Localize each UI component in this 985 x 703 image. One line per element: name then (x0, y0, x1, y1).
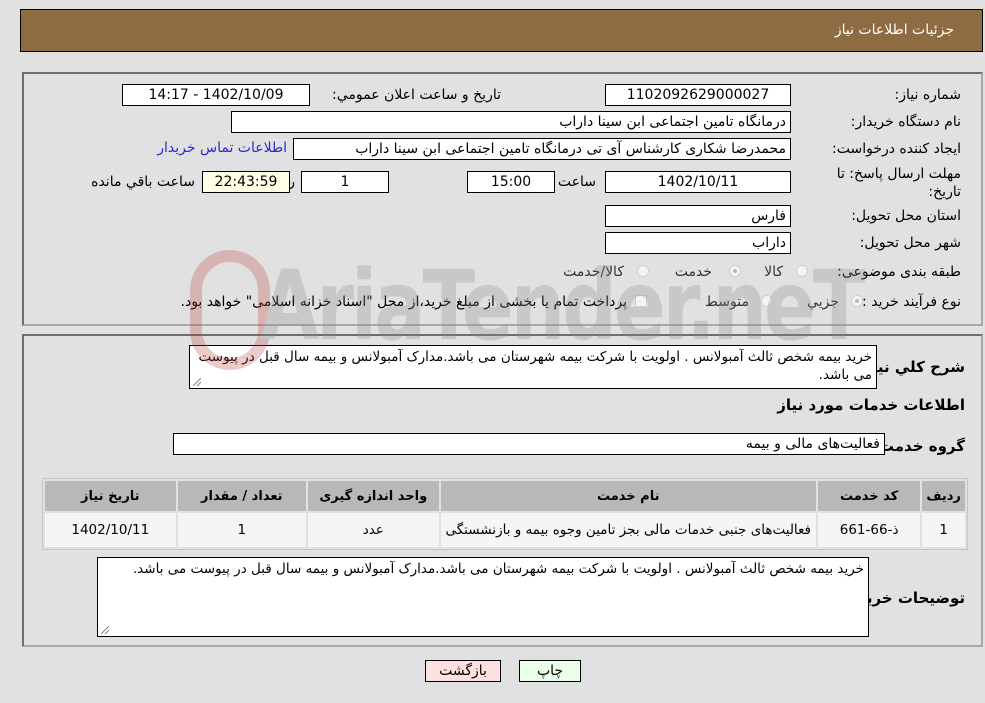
requester-label: ايجاد کننده درخواست: (832, 141, 961, 157)
col-header-need-date: تاريخ نياز (45, 481, 176, 511)
need-info-panel: شماره نیاز: 1102092629000027 تاريخ و ساع… (22, 72, 983, 326)
purchase-type-option-minor: جزيي (807, 294, 839, 310)
city-label: شهر محل تحويل: (859, 235, 961, 251)
buyer-notes-textarea[interactable]: خرید بیمه شخص ثالث آمبولانس . اولویت با … (97, 557, 869, 637)
category-option-goods-service: کالا/خدمت (563, 264, 624, 280)
category-radio-goods-service[interactable] (637, 265, 649, 277)
resize-handle-icon[interactable] (193, 378, 201, 386)
deadline-label: مهلت ارسال پاسخ: تا تاریخ: (836, 166, 961, 200)
category-radio-service[interactable] (729, 265, 741, 277)
back-button[interactable]: بازگشت (425, 660, 501, 682)
resize-handle-icon[interactable] (101, 626, 109, 634)
purchase-type-label: نوع فرآيند خريد : (862, 294, 961, 310)
cell-row-number: 1 (922, 513, 965, 547)
remaining-time-label: ساعت باقي مانده (91, 174, 195, 190)
buyer-org-label: نام دستگاه خريدار: (850, 114, 961, 130)
announce-datetime-label: تاريخ و ساعت اعلان عمومي: (332, 87, 501, 103)
treasury-checkbox-label: پرداخت تمام يا بخشی از مبلغ خريد،از محل … (180, 294, 627, 310)
col-header-service-name: نام خدمت (440, 481, 816, 511)
purchase-type-radio-minor[interactable] (851, 295, 863, 307)
services-table: رديف کد خدمت نام خدمت واحد اندازه گيری ت… (42, 478, 968, 550)
deadline-date-field: 1402/10/11 (605, 171, 791, 193)
province-field: فارس (605, 205, 791, 227)
print-button[interactable]: چاپ (519, 660, 581, 682)
col-header-service-code: کد خدمت (817, 481, 921, 511)
category-label: طبقه بندی موضوعی: (837, 264, 961, 280)
description-textarea[interactable]: خرید بیمه شخص ثالث آمبولانس . اولویت با … (189, 345, 877, 389)
deadline-time-field: 15:00 (467, 171, 555, 193)
cell-unit: عدد (308, 513, 439, 547)
cell-need-date: 1402/10/11 (45, 513, 176, 547)
description-text: خرید بیمه شخص ثالث آمبولانس . اولویت با … (198, 349, 872, 383)
services-panel: شرح کلي نياز: خرید بیمه شخص ثالث آمبولان… (22, 334, 983, 647)
cell-quantity: 1 (177, 513, 307, 547)
category-option-goods: کالا (764, 264, 783, 280)
services-section-title: اطلاعات خدمات مورد نياز (777, 396, 965, 414)
table-header-row: رديف کد خدمت نام خدمت واحد اندازه گيری ت… (45, 481, 965, 511)
buyer-notes-text: خرید بیمه شخص ثالث آمبولانس . اولویت با … (132, 561, 864, 577)
service-group-label: گروه خدمت: (872, 437, 965, 455)
treasury-checkbox[interactable] (635, 295, 647, 307)
city-field: داراب (605, 232, 791, 254)
requester-field: محمدرضا شکاری کارشناس آی تی درمانگاه تام… (293, 138, 791, 160)
remaining-days-field: 1 (301, 171, 389, 193)
buyer-org-field: درمانگاه تامین اجتماعی ابن سینا داراب (231, 111, 791, 133)
service-group-field: فعالیت‌های مالی و بیمه (173, 433, 885, 455)
announce-datetime-field: 1402/10/09 - 14:17 (122, 84, 310, 106)
buyer-contact-link[interactable]: اطلاعات تماس خريدار (157, 140, 287, 156)
category-option-service: خدمت (674, 264, 712, 280)
need-number-label: شماره نیاز: (894, 87, 962, 103)
remaining-time-field: 22:43:59 (202, 171, 290, 193)
cell-service-code: ذ-66-661 (817, 513, 921, 547)
col-header-unit: واحد اندازه گيری (308, 481, 439, 511)
province-label: استان محل تحويل: (851, 208, 961, 224)
table-row: 1 ذ-66-661 فعالیت‌های جنبی خدمات مالی بج… (45, 513, 965, 547)
page-title: جزئیات اطلاعات نیاز (834, 22, 954, 38)
deadline-time-label: ساعت (557, 174, 596, 190)
purchase-type-option-medium: متوسط (705, 294, 749, 310)
col-header-row-number: رديف (922, 481, 965, 511)
cell-service-name: فعالیت‌های جنبی خدمات مالی بجز تامین وجو… (440, 513, 816, 547)
page-header: جزئیات اطلاعات نیاز (20, 9, 983, 52)
category-radio-goods[interactable] (796, 265, 808, 277)
need-number-field: 1102092629000027 (605, 84, 791, 106)
col-header-quantity: تعداد / مقدار (177, 481, 307, 511)
purchase-type-radio-medium[interactable] (761, 295, 773, 307)
